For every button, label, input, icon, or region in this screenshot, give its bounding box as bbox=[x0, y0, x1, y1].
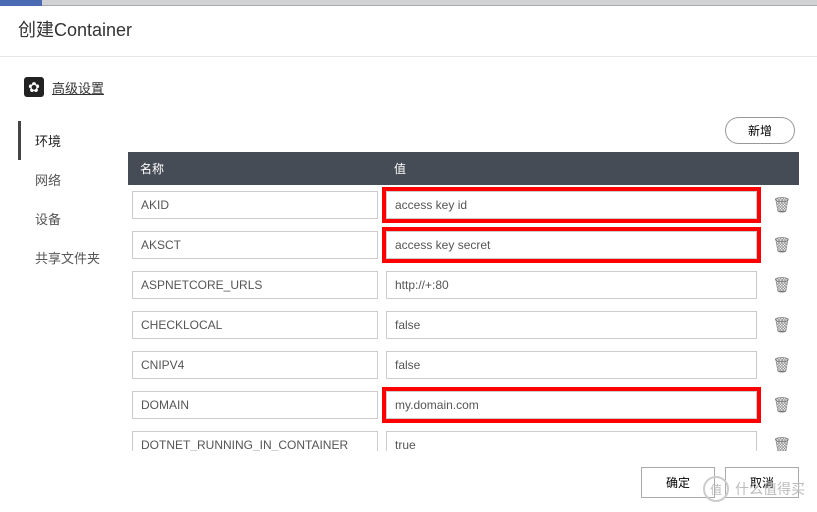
trash-icon[interactable]: 🗑 bbox=[765, 436, 799, 451]
sidebar-item[interactable]: 共享文件夹 bbox=[18, 238, 128, 277]
sidebar-item[interactable]: 设备 bbox=[18, 199, 128, 238]
env-name-input[interactable] bbox=[132, 431, 378, 451]
trash-icon[interactable]: 🗑 bbox=[765, 276, 799, 294]
table-body: 🗑 🗑 🗑 🗑 🗑 🗑 🗑 bbox=[128, 185, 799, 451]
table-row: 🗑 bbox=[128, 265, 799, 305]
table-row: 🗑 bbox=[128, 305, 799, 345]
col-name: 名称 bbox=[128, 152, 382, 185]
table-header: 名称 值 bbox=[128, 152, 799, 185]
env-name-input[interactable] bbox=[132, 351, 378, 379]
env-name-input[interactable] bbox=[132, 191, 378, 219]
sidebar-item[interactable]: 网络 bbox=[18, 160, 128, 199]
env-value-input[interactable] bbox=[386, 311, 757, 339]
env-value-input[interactable] bbox=[386, 271, 757, 299]
env-name-input[interactable] bbox=[132, 231, 378, 259]
env-value-input[interactable] bbox=[386, 391, 757, 419]
trash-icon[interactable]: 🗑 bbox=[765, 356, 799, 374]
trash-icon[interactable]: 🗑 bbox=[765, 196, 799, 214]
table-row: 🗑 bbox=[128, 345, 799, 385]
env-name-input[interactable] bbox=[132, 391, 378, 419]
ok-button[interactable]: 确定 bbox=[641, 467, 715, 498]
page-title: 创建Container bbox=[0, 6, 817, 57]
add-button[interactable]: 新增 bbox=[725, 117, 795, 144]
trash-icon[interactable]: 🗑 bbox=[765, 396, 799, 414]
table-row: 🗑 bbox=[128, 385, 799, 425]
env-value-input[interactable] bbox=[386, 191, 757, 219]
trash-icon[interactable]: 🗑 bbox=[765, 316, 799, 334]
sidebar-item[interactable]: 环境 bbox=[18, 121, 128, 160]
table-row: 🗑 bbox=[128, 225, 799, 265]
col-value: 值 bbox=[382, 152, 755, 185]
env-name-input[interactable] bbox=[132, 311, 378, 339]
advanced-settings-toggle[interactable]: ✿ 高级设置 bbox=[0, 57, 817, 111]
env-value-input[interactable] bbox=[386, 351, 757, 379]
cancel-button[interactable]: 取消 bbox=[725, 467, 799, 498]
env-name-input[interactable] bbox=[132, 271, 378, 299]
trash-icon[interactable]: 🗑 bbox=[765, 236, 799, 254]
env-value-input[interactable] bbox=[386, 431, 757, 451]
advanced-settings-label[interactable]: 高级设置 bbox=[52, 78, 104, 97]
sidebar: 环境网络设备共享文件夹 bbox=[18, 111, 128, 451]
table-row: 🗑 bbox=[128, 425, 799, 451]
env-value-input[interactable] bbox=[386, 231, 757, 259]
gear-icon: ✿ bbox=[24, 77, 44, 97]
table-row: 🗑 bbox=[128, 185, 799, 225]
